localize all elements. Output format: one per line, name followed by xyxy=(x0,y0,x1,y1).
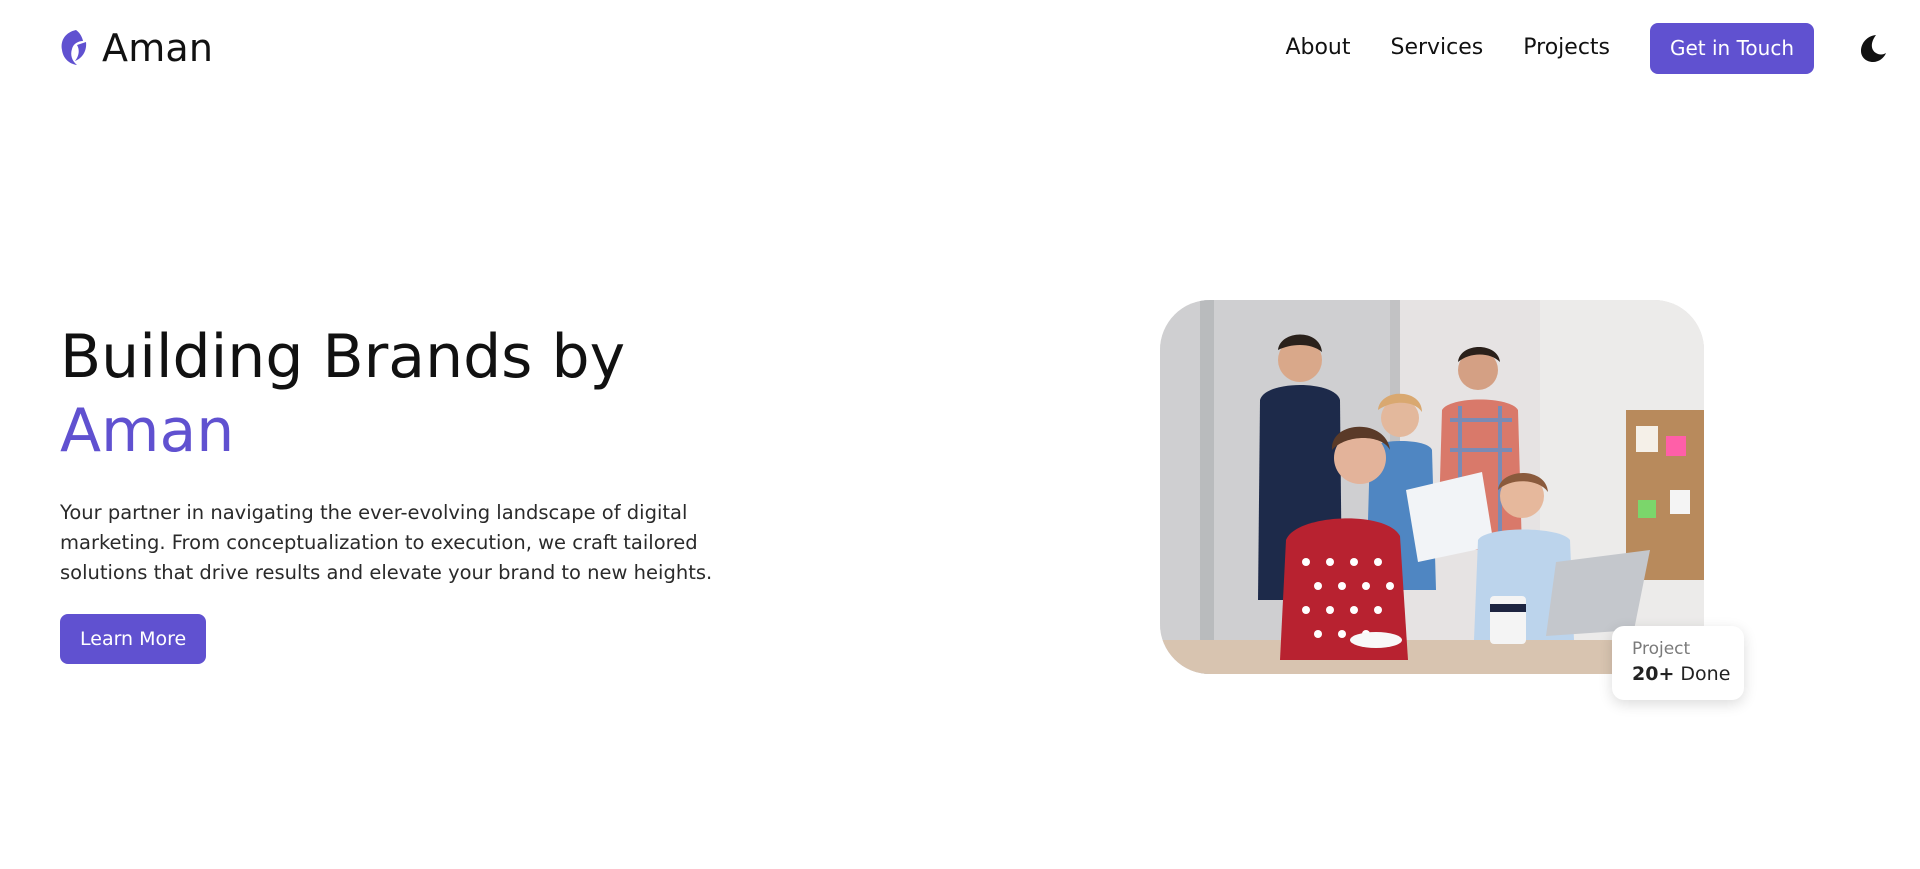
nav-link-about[interactable]: About xyxy=(1285,37,1350,59)
hero-title: Building Brands by Aman xyxy=(60,320,760,468)
projects-stat-badge: Project 20+ Done xyxy=(1612,626,1744,700)
stat-suffix: Done xyxy=(1680,663,1731,685)
nav-link-services[interactable]: Services xyxy=(1390,37,1483,59)
team-photo-illustration xyxy=(1160,300,1704,674)
hero-title-line: Building Brands by xyxy=(60,322,626,392)
brand-name: Aman xyxy=(102,26,214,70)
logo[interactable]: Aman xyxy=(60,28,213,68)
moon-icon xyxy=(1861,35,1886,62)
hero-description: Your partner in navigating the ever-evol… xyxy=(60,501,713,584)
theme-toggle[interactable] xyxy=(1854,30,1890,66)
crescent-logo-icon xyxy=(61,30,87,65)
stat-value: 20+ xyxy=(1632,663,1675,685)
stat-label: Project xyxy=(1632,639,1691,659)
stat-line: 20+ Done xyxy=(1632,660,1744,688)
learn-more-button[interactable]: Learn More xyxy=(60,614,207,664)
main-nav: About Services Projects Get in Touch xyxy=(1285,22,1920,74)
get-in-touch-button[interactable]: Get in Touch xyxy=(1650,22,1814,74)
hero-team-photo xyxy=(1160,300,1704,674)
hero-section: Building Brands by Aman Your partner in … xyxy=(60,320,760,664)
nav-link-projects[interactable]: Projects xyxy=(1523,37,1610,59)
site-header: Aman About Services Projects Get in Touc… xyxy=(0,0,1920,100)
hero-title-accent: Aman xyxy=(60,396,235,466)
